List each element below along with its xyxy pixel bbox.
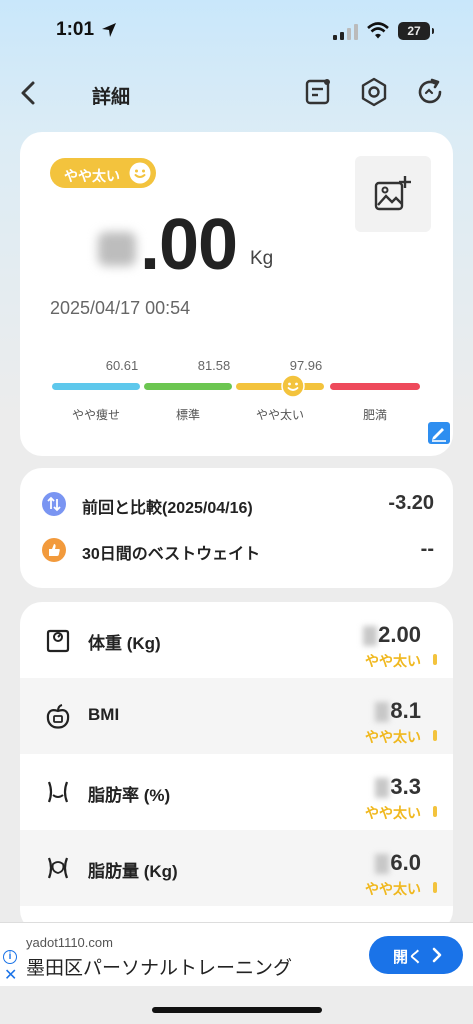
badge-label: やや太い	[64, 168, 120, 184]
pencil-icon	[432, 428, 446, 442]
body-fat-icon	[47, 857, 69, 879]
refresh-icon[interactable]	[414, 76, 446, 108]
add-image-icon	[374, 176, 411, 211]
threshold-label: 81.58	[197, 358, 231, 373]
compare-previous-row: 前回と比較(2025/04/16) -3.20	[42, 490, 434, 520]
ad-open-button[interactable]: 開く	[369, 936, 463, 974]
wifi-icon	[367, 22, 389, 39]
metric-status: やや太い	[365, 653, 421, 669]
metric-blurred-digit	[375, 854, 389, 874]
metric-value: 2.00	[378, 622, 421, 647]
metric-row-weight[interactable]: 体重 (Kg) 2.00 やや太い	[20, 602, 453, 678]
metric-blurred-digit	[375, 702, 389, 722]
chevron-right-icon	[432, 947, 442, 963]
metric-label: 脂肪量 (Kg)	[88, 862, 178, 881]
weight-blurred-digit	[98, 232, 136, 266]
measured-timestamp: 2025/04/17 00:54	[50, 298, 191, 318]
metric-status: やや太い	[365, 881, 421, 897]
ad-banner[interactable]: i ✕ yadot1110.com 墨田区パーソナルトレーニング 開く	[0, 922, 473, 986]
best-weight-row: 30日間のベストウェイト --	[42, 536, 434, 566]
metrics-list: 体重 (Kg) 2.00 やや太い BMI 8.1 やや太い 脂肪率 (%) 3…	[20, 602, 453, 932]
status-bar: 1:01 27	[0, 0, 473, 60]
settings-hexagon-icon[interactable]	[358, 76, 390, 108]
ad-info-icon[interactable]: i	[3, 950, 17, 964]
scale-segment-overweight	[236, 383, 324, 390]
thumbs-up-icon	[42, 538, 66, 562]
scale-label: 標準	[175, 408, 200, 422]
apple-icon	[46, 704, 70, 729]
weight-summary-card: やや太い .00 Kg 2025/04/17 00:54 60.61 81.58…	[20, 132, 453, 456]
status-indicator	[433, 882, 437, 893]
scale-segment-normal	[144, 383, 232, 390]
edit-button[interactable]	[428, 422, 450, 444]
cellular-signal-icon	[333, 24, 358, 40]
threshold-label: 60.61	[105, 358, 139, 373]
metric-row-bmi[interactable]: BMI 8.1 やや太い	[20, 678, 453, 754]
ad-title[interactable]: 墨田区パーソナルトレーニング	[26, 953, 292, 980]
metric-status: やや太い	[365, 805, 421, 821]
scale-icon	[46, 629, 70, 653]
weight-value: .00	[140, 205, 238, 285]
scale-label: やや太い	[255, 408, 304, 422]
weight-unit: Kg	[250, 248, 274, 269]
metric-value: 8.1	[390, 698, 421, 723]
waist-icon	[47, 781, 69, 803]
threshold-label: 97.96	[289, 358, 323, 373]
weight-scale: 60.61 81.58 97.96 やや痩せ 標準 やや太い 肥満	[50, 350, 422, 422]
location-arrow-icon	[102, 23, 116, 37]
best-weight-value: --	[420, 538, 434, 560]
status-indicator	[433, 806, 437, 817]
status-indicator	[433, 654, 437, 665]
metric-value: 3.3	[390, 774, 421, 799]
page-title: 詳細	[92, 87, 131, 108]
scale-segment-underweight	[52, 383, 140, 390]
metric-row-fat-mass[interactable]: 脂肪量 (Kg) 6.0 やや太い	[20, 830, 453, 906]
compare-previous-value: -3.20	[388, 492, 434, 514]
scale-label: 肥満	[362, 408, 387, 422]
compare-previous-label: 前回と比較(2025/04/16)	[82, 500, 253, 517]
home-indicator	[152, 1007, 322, 1013]
notes-icon[interactable]	[302, 76, 334, 108]
ad-domain: yadot1110.com	[26, 935, 113, 950]
battery-indicator: 27	[398, 22, 434, 40]
metric-label: BMI	[88, 705, 120, 724]
add-photo-button[interactable]	[355, 156, 431, 232]
comparison-card: 前回と比較(2025/04/16) -3.20 30日間のベストウェイト --	[20, 468, 453, 588]
metric-blurred-digit	[375, 778, 389, 798]
metric-label: 脂肪率 (%)	[88, 786, 171, 805]
smiley-icon	[129, 162, 151, 184]
status-indicator	[433, 730, 437, 741]
scale-label: やや痩せ	[71, 408, 120, 422]
top-nav: 詳細	[0, 70, 473, 116]
ad-open-label: 開く	[393, 949, 424, 966]
best-weight-label: 30日間のベストウェイト	[82, 546, 261, 563]
status-badge: やや太い	[50, 158, 156, 188]
back-chevron-icon[interactable]	[14, 76, 44, 110]
metric-row-body-fat-rate[interactable]: 脂肪率 (%) 3.3 やや太い	[20, 754, 453, 830]
ad-close-icon[interactable]: ✕	[4, 965, 17, 985]
status-time: 1:01	[56, 19, 95, 40]
smiley-marker-icon	[281, 374, 305, 398]
metric-status: やや太い	[365, 729, 421, 745]
metric-label: 体重 (Kg)	[88, 634, 161, 653]
scale-segment-obese	[330, 383, 420, 390]
metric-value: 6.0	[390, 850, 421, 875]
metric-blurred-digit	[363, 626, 377, 646]
compare-arrows-icon	[42, 492, 66, 516]
